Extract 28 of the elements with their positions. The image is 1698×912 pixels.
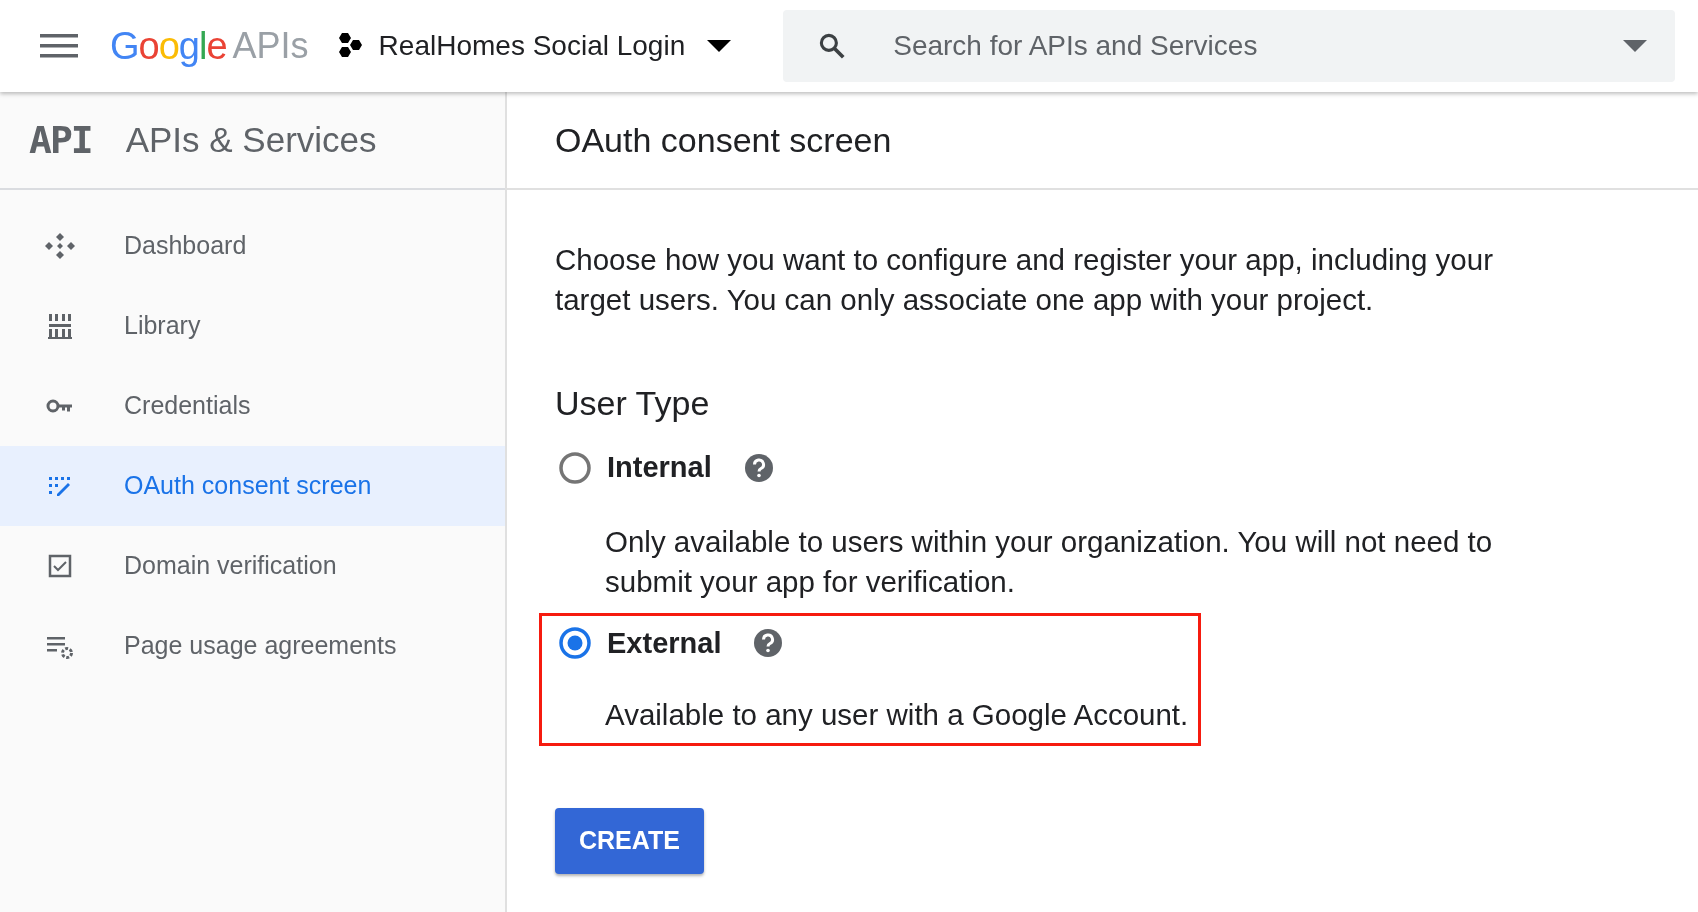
radio-button[interactable] xyxy=(558,450,592,485)
option-label[interactable]: Internal xyxy=(607,446,712,490)
sidebar-item[interactable]: Domain verification xyxy=(0,526,505,606)
api-label: API xyxy=(29,116,92,164)
sidebar-item[interactable]: Dashboard xyxy=(0,206,505,286)
create-button[interactable]: CREATE xyxy=(555,808,704,874)
caret-icon xyxy=(707,40,732,52)
option-description: Only available to users within your organization. You will not need to submit your app for verification. xyxy=(605,523,1494,600)
sidebar-item[interactable]: OAuth consent screen xyxy=(0,446,505,526)
dropdown-caret-icon[interactable] xyxy=(1623,40,1648,52)
search-field[interactable]: Search for APIs and Services xyxy=(783,10,1676,82)
section-heading: User Type xyxy=(555,383,711,424)
menu-icon[interactable] xyxy=(40,33,78,59)
search-input[interactable]: Search for APIs and Services xyxy=(891,24,1624,68)
google-logo[interactable]: Google xyxy=(110,17,227,75)
sidebar-title: APIs & Services xyxy=(125,118,377,161)
dashboard-icon xyxy=(44,230,76,262)
product-name: APIs xyxy=(232,24,309,68)
option-label[interactable]: External xyxy=(607,621,722,665)
sidebar-item[interactable]: Page usage agreements xyxy=(0,606,505,686)
project-selector[interactable]: RealHomes Social Login xyxy=(336,25,732,67)
radio-button[interactable] xyxy=(558,626,592,661)
help-icon[interactable] xyxy=(753,628,784,659)
sidebar-item[interactable]: Credentials xyxy=(0,366,505,446)
intro-paragraph: Choose how you want to configure and register your app, including your target users. You can only associate one app with your project. xyxy=(555,242,1494,318)
sidebar-item[interactable]: Library xyxy=(0,286,505,366)
help-icon[interactable] xyxy=(743,452,774,483)
page-title: OAuth consent screen xyxy=(555,119,892,161)
